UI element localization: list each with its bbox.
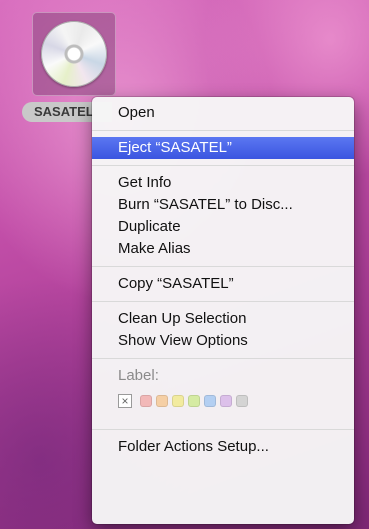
- no-label-icon[interactable]: ×: [118, 394, 132, 408]
- label-color-row: ×: [92, 387, 354, 415]
- menu-separator: [92, 130, 354, 131]
- menu-separator: [92, 429, 354, 430]
- menu-item-duplicate[interactable]: Duplicate: [92, 216, 354, 238]
- volume-icon[interactable]: [32, 12, 116, 96]
- menu-item-folder-actions-setup[interactable]: Folder Actions Setup...: [92, 436, 354, 458]
- label-swatch-yellow[interactable]: [172, 395, 184, 407]
- label-swatch-gray[interactable]: [236, 395, 248, 407]
- menu-item-copy[interactable]: Copy “SASATEL”: [92, 273, 354, 295]
- disc-icon: [41, 21, 107, 87]
- menu-item-make-alias[interactable]: Make Alias: [92, 238, 354, 260]
- label-swatch-purple[interactable]: [220, 395, 232, 407]
- label-swatch-red[interactable]: [140, 395, 152, 407]
- label-swatch-orange[interactable]: [156, 395, 168, 407]
- menu-item-show-view-options[interactable]: Show View Options: [92, 330, 354, 352]
- menu-item-get-info[interactable]: Get Info: [92, 172, 354, 194]
- menu-item-open[interactable]: Open: [92, 102, 354, 124]
- menu-item-eject[interactable]: Eject “SASATEL”: [92, 137, 354, 159]
- label-swatch-blue[interactable]: [204, 395, 216, 407]
- label-swatch-green[interactable]: [188, 395, 200, 407]
- context-menu: Open Eject “SASATEL” Get Info Burn “SASA…: [92, 97, 354, 524]
- menu-item-clean-up-selection[interactable]: Clean Up Selection: [92, 308, 354, 330]
- menu-separator: [92, 165, 354, 166]
- menu-separator: [92, 358, 354, 359]
- label-section-title: Label:: [118, 367, 159, 384]
- menu-separator: [92, 301, 354, 302]
- menu-item-burn-to-disc[interactable]: Burn “SASATEL” to Disc...: [92, 194, 354, 216]
- menu-separator: [92, 266, 354, 267]
